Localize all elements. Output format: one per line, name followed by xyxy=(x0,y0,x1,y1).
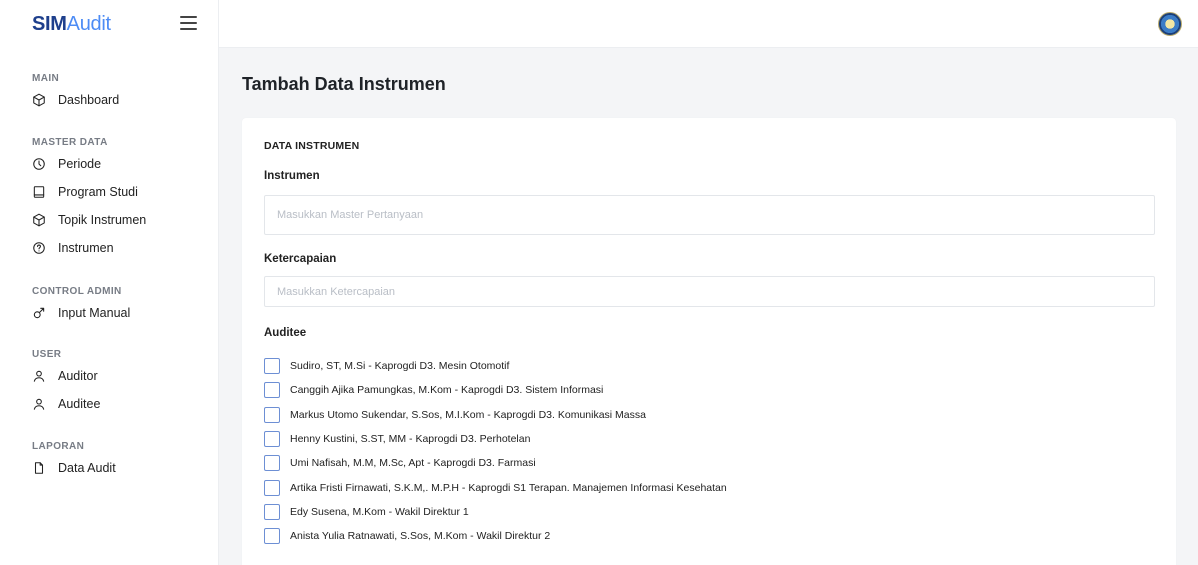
user-icon xyxy=(32,369,46,383)
auditee-option-label[interactable]: Edy Susena, M.Kom - Wakil Direktur 1 xyxy=(290,506,469,518)
brand: SIMAudit xyxy=(0,0,218,48)
nav-section-user: USER Auditor Auditee xyxy=(0,349,100,418)
main-content: Tambah Data Instrumen DATA INSTRUMEN Ins… xyxy=(219,48,1198,565)
auditee-option: Anista Yulia Ratnawati, S.Sos, M.Kom - W… xyxy=(264,524,727,548)
sidebar-item-label: Dashboard xyxy=(58,93,120,107)
sidebar-item-label: Program Studi xyxy=(58,185,138,199)
sidebar-item-instrumen[interactable]: Instrumen xyxy=(0,234,146,262)
auditee-option: Edy Susena, M.Kom - Wakil Direktur 1 xyxy=(264,500,727,524)
auditee-option: Umi Nafisah, M.M, M.Sc, Apt - Kaprogdi D… xyxy=(264,451,727,475)
auditee-option-label[interactable]: Anista Yulia Ratnawati, S.Sos, M.Kom - W… xyxy=(290,530,550,542)
sidebar: SIMAudit MAIN Dashboard MASTER DATA Peri… xyxy=(0,0,219,565)
sidebar-item-label: Data Audit xyxy=(58,461,116,475)
male-symbol-icon xyxy=(32,306,46,320)
page-title: Tambah Data Instrumen xyxy=(242,74,446,94)
sidebar-item-data-audit[interactable]: Data Audit xyxy=(0,454,116,482)
sidebar-item-auditor[interactable]: Auditor xyxy=(0,362,100,390)
sidebar-item-topik-instrumen[interactable]: Topik Instrumen xyxy=(0,206,146,234)
sidebar-item-periode[interactable]: Periode xyxy=(0,150,146,178)
auditee-option-label[interactable]: Sudiro, ST, M.Si - Kaprogdi D3. Mesin Ot… xyxy=(290,360,509,372)
sidebar-item-auditee[interactable]: Auditee xyxy=(0,390,100,418)
auditee-checkbox[interactable] xyxy=(264,358,280,375)
nav-section-title: USER xyxy=(32,349,62,360)
auditee-option: Sudiro, ST, M.Si - Kaprogdi D3. Mesin Ot… xyxy=(264,354,727,378)
ketercapaian-label: Ketercapaian xyxy=(264,253,337,265)
auditee-option: Markus Utomo Sukendar, S.Sos, M.I.Kom - … xyxy=(264,403,727,427)
nav-section-title: MAIN xyxy=(32,73,60,84)
sidebar-item-program-studi[interactable]: Program Studi xyxy=(0,178,146,206)
auditee-option-label[interactable]: Markus Utomo Sukendar, S.Sos, M.I.Kom - … xyxy=(290,409,646,421)
auditee-label: Auditee xyxy=(264,327,307,339)
ketercapaian-input[interactable] xyxy=(264,276,1155,307)
instrumen-label: Instrumen xyxy=(264,170,320,182)
nav-section-title: LAPORAN xyxy=(32,441,85,452)
auditee-checkbox[interactable] xyxy=(264,406,280,423)
nav-section-main: MAIN Dashboard xyxy=(0,73,119,114)
nav-section-title: CONTROL ADMIN xyxy=(32,286,122,297)
card-heading: DATA INSTRUMEN xyxy=(264,140,360,152)
user-icon xyxy=(32,397,46,411)
auditee-checkbox[interactable] xyxy=(264,382,280,399)
auditee-option-label[interactable]: Artika Fristi Firnawati, S.K.M,. M.P.H -… xyxy=(290,482,727,494)
nav-section-control-admin: CONTROL ADMIN Input Manual xyxy=(0,286,130,327)
clock-icon xyxy=(32,157,46,171)
nav-section-laporan: LAPORAN Data Audit xyxy=(0,441,116,482)
auditee-checkbox-list: Sudiro, ST, M.Si - Kaprogdi D3. Mesin Ot… xyxy=(264,354,727,548)
auditee-option-label[interactable]: Canggih Ajika Pamungkas, M.Kom - Kaprogd… xyxy=(290,384,603,396)
auditee-checkbox[interactable] xyxy=(264,455,280,472)
file-icon xyxy=(32,461,46,475)
auditee-option: Henny Kustini, S.ST, MM - Kaprogdi D3. P… xyxy=(264,427,727,451)
sidebar-item-label: Topik Instrumen xyxy=(58,213,147,227)
auditee-option-label[interactable]: Henny Kustini, S.ST, MM - Kaprogdi D3. P… xyxy=(290,433,530,445)
nav-section-title: MASTER DATA xyxy=(32,137,108,148)
cube-icon xyxy=(32,213,46,227)
book-icon xyxy=(32,185,46,199)
sidebar-item-label: Instrumen xyxy=(58,241,114,255)
sidebar-item-label: Input Manual xyxy=(58,306,131,320)
sidebar-item-label: Periode xyxy=(58,157,102,171)
user-avatar[interactable] xyxy=(1158,12,1182,36)
auditee-checkbox[interactable] xyxy=(264,479,280,496)
auditee-option: Artika Fristi Firnawati, S.K.M,. M.P.H -… xyxy=(264,475,727,499)
nav-section-master-data: MASTER DATA Periode Program Studi Topik … xyxy=(0,137,146,262)
sidebar-item-dashboard[interactable]: Dashboard xyxy=(0,86,119,114)
auditee-option-label[interactable]: Umi Nafisah, M.M, M.Sc, Apt - Kaprogdi D… xyxy=(290,457,536,469)
sidebar-item-input-manual[interactable]: Input Manual xyxy=(0,299,130,327)
top-navbar xyxy=(219,0,1198,48)
sidebar-item-label: Auditor xyxy=(58,369,98,383)
auditee-checkbox[interactable] xyxy=(264,528,280,545)
hamburger-menu-icon[interactable] xyxy=(180,16,197,30)
form-card: DATA INSTRUMEN Instrumen Ketercapaian Au… xyxy=(242,118,1176,565)
instrumen-input[interactable] xyxy=(264,195,1155,235)
cube-icon xyxy=(32,93,46,107)
app-logo[interactable]: SIMAudit xyxy=(32,13,111,36)
sidebar-item-label: Auditee xyxy=(58,397,101,411)
help-circle-icon xyxy=(32,241,46,255)
auditee-checkbox[interactable] xyxy=(264,503,280,520)
auditee-checkbox[interactable] xyxy=(264,431,280,448)
auditee-option: Canggih Ajika Pamungkas, M.Kom - Kaprogd… xyxy=(264,378,727,402)
